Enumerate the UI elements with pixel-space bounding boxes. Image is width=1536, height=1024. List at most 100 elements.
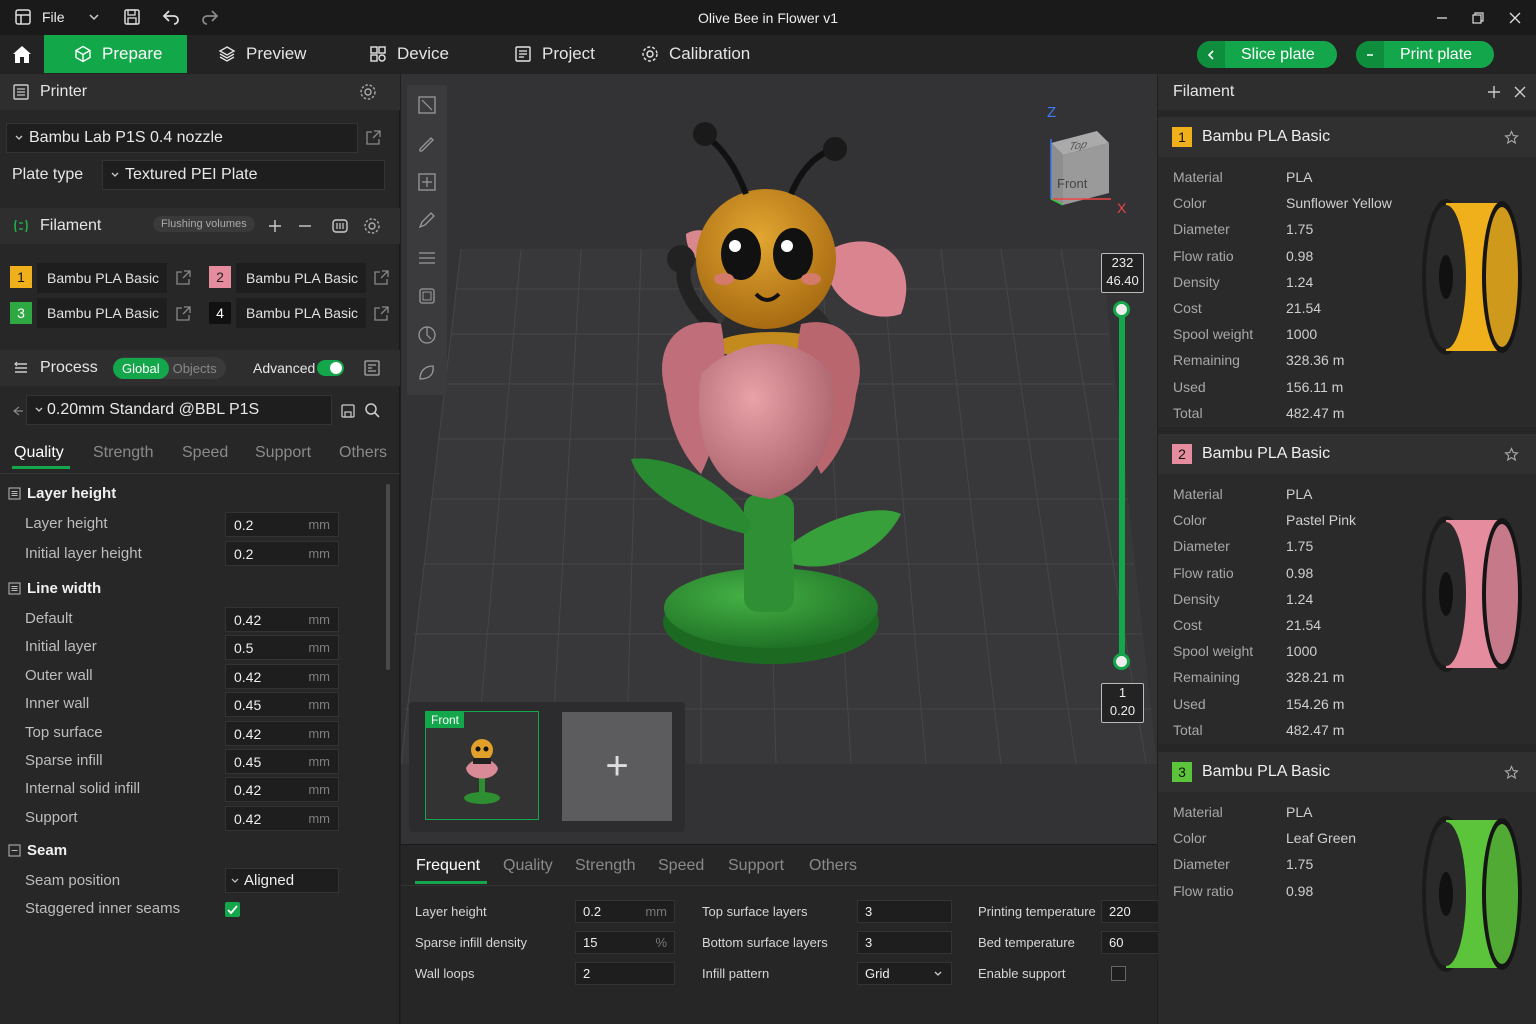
global-objects-toggle[interactable]: Global Objects [113, 357, 226, 379]
scrollbar[interactable] [386, 484, 390, 670]
line-width-input[interactable]: 0.42 mm [225, 607, 339, 632]
filament-slot-3-name[interactable]: Bambu PLA Basic [37, 298, 167, 328]
star-icon[interactable] [1504, 447, 1519, 462]
slot-number-badge[interactable]: 4 [209, 302, 231, 324]
seam-position-select[interactable]: Aligned [225, 868, 339, 893]
tab-speed[interactable]: Speed [182, 444, 228, 462]
line-width-input[interactable]: 0.42 mm [225, 721, 339, 746]
view-cube[interactable]: Top Front [1049, 129, 1111, 206]
tab-others[interactable]: Others [339, 444, 387, 462]
tab-project[interactable]: Project [514, 35, 595, 73]
home-icon[interactable] [11, 44, 33, 64]
layer-height-input[interactable]: 0.2 mm [575, 900, 675, 923]
printer-select[interactable]: Bambu Lab P1S 0.4 nozzle [6, 123, 358, 153]
slice-plate-button[interactable]: Slice plate [1197, 41, 1337, 68]
filament-slot-2-name[interactable]: Bambu PLA Basic [236, 263, 366, 293]
line-width-input[interactable]: 0.45 mm [225, 692, 339, 717]
rotate-icon[interactable] [417, 134, 437, 154]
global-toggle-option[interactable]: Global [113, 357, 169, 379]
wall-loops-input[interactable]: 2 [575, 962, 675, 985]
tab-support[interactable]: Support [728, 857, 784, 875]
flushing-volumes-button[interactable]: Flushing volumes [153, 216, 255, 232]
line-width-input[interactable]: 0.5 mm [225, 635, 339, 660]
tab-quality[interactable]: Quality [14, 444, 64, 462]
line-width-input[interactable]: 0.42 mm [225, 664, 339, 689]
gear-icon[interactable] [363, 217, 381, 235]
seam-group-header[interactable]: Seam [8, 842, 67, 859]
minimize-icon[interactable] [1434, 10, 1450, 26]
plus-icon[interactable] [1487, 85, 1501, 99]
process-section-title: Process [40, 359, 98, 376]
edit-icon[interactable] [373, 269, 390, 286]
star-icon[interactable] [1504, 765, 1519, 780]
plate-thumbnail[interactable]: Front [425, 711, 539, 820]
move-icon[interactable] [417, 95, 437, 115]
close-icon[interactable] [1507, 10, 1523, 26]
filament-slot-1-name[interactable]: Bambu PLA Basic [37, 263, 167, 293]
layer-slider-top-handle[interactable] [1113, 301, 1130, 318]
tab-prepare[interactable]: Prepare [44, 35, 187, 73]
advanced-toggle[interactable] [317, 360, 344, 376]
layer-height-group-header[interactable]: Layer height [8, 485, 116, 502]
tab-speed[interactable]: Speed [658, 857, 704, 875]
filament-card[interactable]: 2 Bambu PLA Basic Material PLA Color Pastel P… [1158, 434, 1536, 744]
restore-icon[interactable] [1470, 10, 1486, 26]
initial-layer-height-input[interactable]: 0.2 mm [225, 541, 339, 566]
print-plate-button[interactable]: Print plate [1356, 41, 1495, 68]
save-profile-icon[interactable] [340, 403, 356, 419]
gear-icon[interactable] [359, 83, 377, 101]
back-arrow-icon[interactable] [10, 404, 24, 418]
support-paint-icon[interactable] [417, 286, 437, 306]
paint-icon[interactable] [417, 210, 437, 230]
tab-others[interactable]: Others [809, 857, 857, 875]
tab-device[interactable]: Device [369, 35, 449, 73]
slot-number-badge[interactable]: 2 [209, 266, 231, 288]
top-surface-layers-input[interactable]: 3 [857, 900, 952, 923]
property-value: 21.54 [1286, 300, 1322, 316]
filament-card[interactable]: 1 Bambu PLA Basic Material PLA Color Sunflowe… [1158, 117, 1536, 427]
objects-toggle-option[interactable]: Objects [169, 358, 226, 379]
plus-icon[interactable] [268, 219, 282, 233]
close-icon[interactable] [1513, 85, 1527, 99]
filament-slot-4-name[interactable]: Bambu PLA Basic [236, 298, 366, 328]
measure-icon[interactable] [417, 363, 437, 383]
minus-icon[interactable] [298, 219, 312, 233]
edit-icon[interactable] [373, 305, 390, 322]
tab-quality[interactable]: Quality [503, 857, 553, 875]
process-profile-select[interactable]: 0.20mm Standard @BBL P1S [26, 395, 332, 425]
slot-number-badge[interactable]: 3 [10, 302, 32, 324]
scale-icon[interactable] [417, 172, 437, 192]
edit-icon[interactable] [175, 305, 192, 322]
tab-preview[interactable]: Preview [218, 35, 306, 73]
staggered-seams-checkbox[interactable] [225, 902, 240, 917]
layer-slider-track[interactable] [1119, 310, 1125, 662]
search-icon[interactable] [364, 402, 381, 419]
compare-icon[interactable] [363, 359, 381, 377]
3d-viewport[interactable]: Z Top Front X 232 46.40 1 0.20 Front + [401, 74, 1157, 844]
infill-pattern-select[interactable]: Grid [857, 962, 952, 985]
ams-icon[interactable] [331, 217, 349, 235]
enable-support-checkbox[interactable] [1111, 966, 1126, 981]
tab-strength[interactable]: Strength [93, 444, 153, 462]
line-width-input[interactable]: 0.45 mm [225, 749, 339, 774]
sparse-infill-density-input[interactable]: 15% [575, 931, 675, 954]
star-icon[interactable] [1504, 130, 1519, 145]
bottom-surface-layers-input[interactable]: 3 [857, 931, 952, 954]
param-value: 0.45 [234, 753, 262, 770]
edit-icon[interactable] [365, 129, 382, 146]
line-width-input[interactable]: 0.42 mm [225, 777, 339, 802]
seam-paint-icon[interactable] [417, 325, 437, 345]
layer-height-input[interactable]: 0.2 mm [225, 512, 339, 537]
line-width-input[interactable]: 0.42 mm [225, 806, 339, 831]
plate-type-select[interactable]: Textured PEI Plate [102, 160, 385, 190]
tab-calibration[interactable]: Calibration [641, 35, 750, 73]
tab-frequent[interactable]: Frequent [416, 857, 480, 875]
cut-icon[interactable] [417, 248, 437, 268]
layer-slider-bottom-handle[interactable] [1113, 653, 1130, 670]
tab-support[interactable]: Support [255, 444, 311, 462]
line-width-group-header[interactable]: Line width [8, 580, 101, 597]
filament-card[interactable]: 3 Bambu PLA Basic Material PLA Color Leaf Gre… [1158, 752, 1536, 1024]
tab-strength[interactable]: Strength [575, 857, 635, 875]
edit-icon[interactable] [175, 269, 192, 286]
add-plate-button[interactable]: + [562, 712, 672, 821]
